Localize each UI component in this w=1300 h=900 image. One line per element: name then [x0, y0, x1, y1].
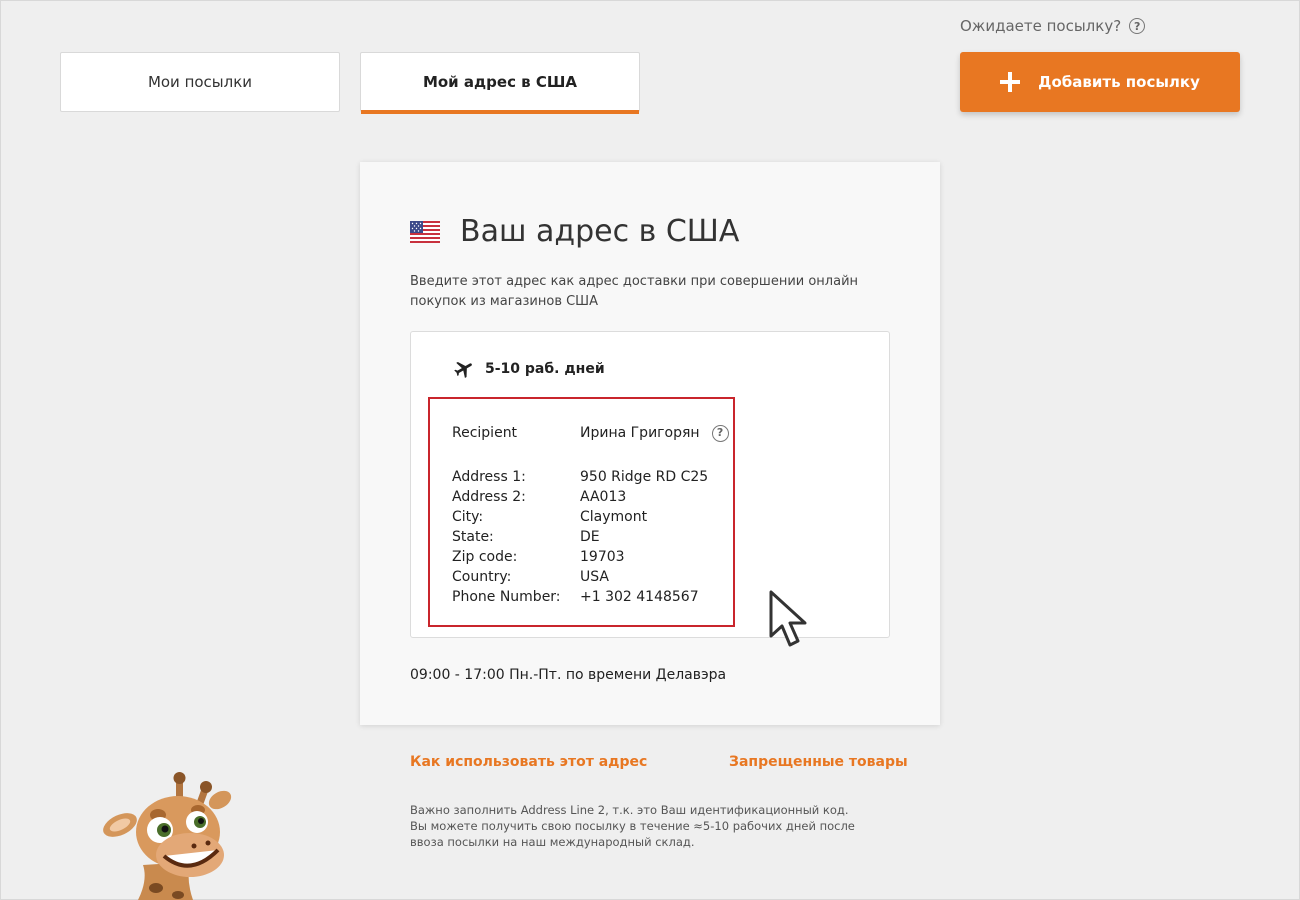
field-label: State:: [452, 529, 494, 545]
field-label: Address 1:: [452, 469, 526, 485]
recipient-value-wrap: Ирина Григорян ?: [580, 423, 729, 443]
field-value[interactable]: AA013: [580, 487, 626, 507]
field-label: City:: [452, 509, 484, 525]
address-highlight: Recipient Ирина Григорян ? Address 1: 95…: [428, 397, 735, 627]
add-parcel-label: Добавить посылку: [1038, 73, 1200, 91]
address-box: 5-10 раб. дней Recipient Ирина Григорян …: [410, 331, 890, 647]
card-header: Ваш адрес в США: [410, 214, 739, 249]
card-description: Введите этот адрес как адрес доставки пр…: [410, 274, 859, 309]
note-line-2: Вы можете получить свою посылку в течени…: [410, 819, 855, 849]
field-value[interactable]: Claymont: [580, 507, 647, 527]
field-label: Address 2:: [452, 489, 526, 505]
tab-my-parcels[interactable]: Мои посылки: [60, 52, 340, 112]
tab-my-us-address-label: Мой адрес в США: [422, 73, 578, 91]
field-label: Phone Number:: [452, 589, 561, 605]
recipient-label: Recipient: [452, 425, 518, 441]
field-value[interactable]: DE: [580, 527, 600, 547]
add-parcel-button[interactable]: Добавить посылку: [960, 52, 1240, 112]
us-address-card: Ваш адрес в США Введите этот адрес как а…: [360, 162, 940, 725]
delivery-time: 5-10 раб. дней: [485, 361, 605, 377]
field-label: Country:: [452, 569, 512, 585]
working-hours: 09:00 - 17:00 Пн.-Пт. по времени Делавэр…: [410, 667, 727, 683]
field-value[interactable]: USA: [580, 567, 609, 587]
recipient-row: Recipient Ирина Григорян ?: [452, 423, 729, 443]
how-to-use-address-link[interactable]: Как использовать этот адрес: [410, 754, 647, 770]
card-title: Ваш адрес в США: [460, 214, 740, 249]
airplane-icon: [454, 361, 472, 378]
tab-my-parcels-label: Мои посылки: [147, 73, 253, 91]
info-note: Важно заполнить Address Line 2, т.к. это…: [410, 802, 880, 850]
address-row-address2: Address 2: AA013: [452, 487, 729, 507]
forbidden-goods-link[interactable]: Запрещенные товары: [729, 754, 908, 770]
recipient-value[interactable]: Ирина Григорян: [580, 423, 700, 443]
plus-icon: [1000, 72, 1021, 92]
address-row-phone: Phone Number: +1 302 4148567: [452, 587, 729, 607]
field-value[interactable]: +1 302 4148567: [580, 587, 699, 607]
address-row-country: Country: USA: [452, 567, 729, 587]
address-row-zip: Zip code: 19703: [452, 547, 729, 567]
field-value[interactable]: 19703: [580, 547, 625, 567]
address-row-address1: Address 1: 950 Ridge RD C25: [452, 467, 729, 487]
field-value[interactable]: 950 Ridge RD C25: [580, 467, 708, 487]
us-flag-icon: [410, 220, 440, 243]
giraffe-mascot-icon: [103, 772, 232, 900]
active-tab-indicator: [361, 110, 639, 114]
note-line-1: Важно заполнить Address Line 2, т.к. это…: [410, 803, 849, 817]
address-details: Recipient Ирина Григорян ? Address 1: 95…: [452, 423, 729, 607]
recipient-help-icon[interactable]: ?: [711, 424, 729, 442]
tab-my-us-address[interactable]: Мой адрес в США: [360, 52, 640, 114]
field-label: Zip code:: [452, 549, 518, 565]
help-icon[interactable]: ?: [1129, 18, 1146, 34]
address-row-state: State: DE: [452, 527, 729, 547]
mouse-pointer-icon: [769, 590, 807, 647]
address-row-city: City: Claymont: [452, 507, 729, 527]
waiting-parcel-text: Ожидаете посылку?: [960, 17, 1122, 35]
delivery-time-row: 5-10 раб. дней: [453, 358, 605, 380]
waiting-parcel-prompt: Ожидаете посылку? ?: [960, 17, 1146, 35]
